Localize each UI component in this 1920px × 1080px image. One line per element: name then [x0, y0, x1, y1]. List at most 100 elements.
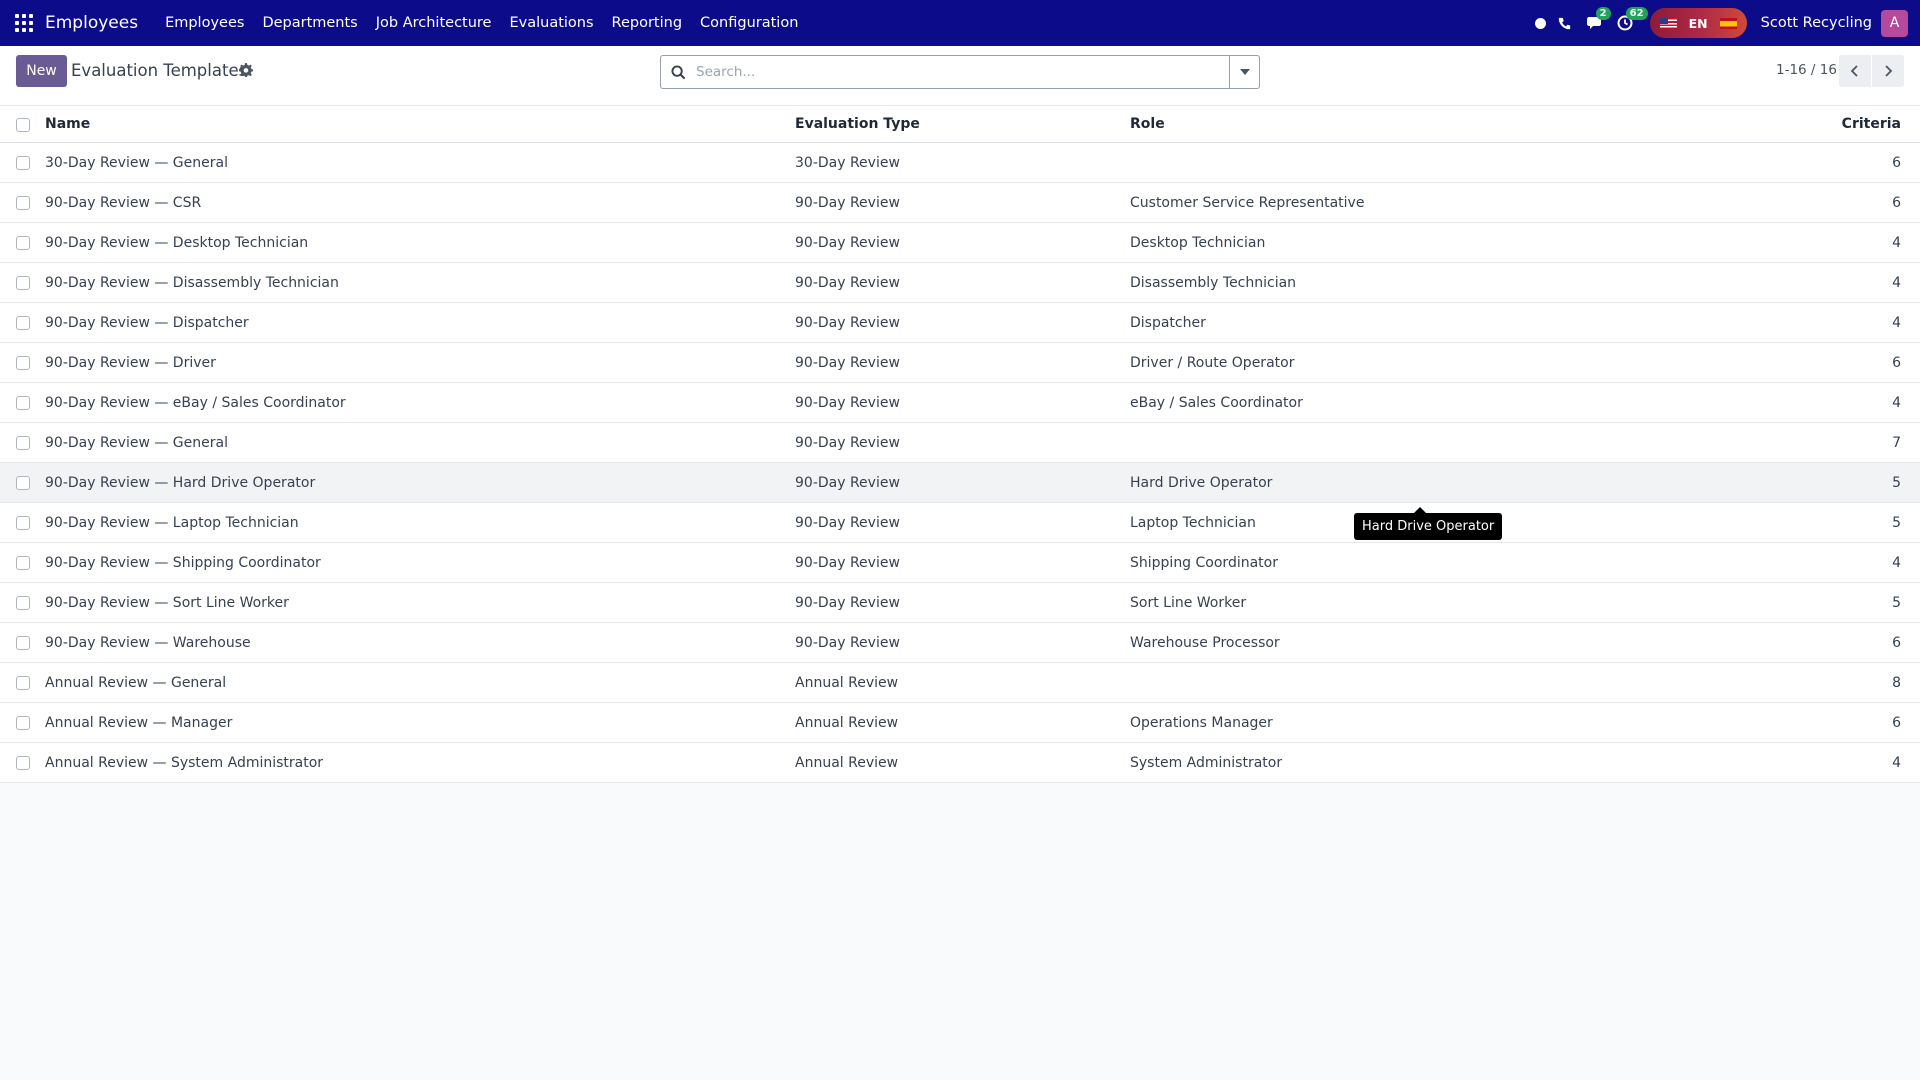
table-row[interactable]: 90-Day Review — Sort Line Worker 90-Day R…	[0, 583, 1920, 623]
cell-name: 90-Day Review — Disassembly Technician	[45, 275, 339, 291]
cell-evaluation-type: 90-Day Review	[795, 235, 900, 251]
cell-evaluation-type: 90-Day Review	[795, 195, 900, 211]
cell-criteria: 4	[1892, 315, 1901, 331]
cell-role: Driver / Route Operator	[1130, 355, 1295, 371]
row-checkbox[interactable]	[16, 556, 30, 570]
search-bar	[660, 55, 1260, 89]
cell-name: 90-Day Review — CSR	[45, 195, 202, 211]
pager-next-button[interactable]	[1872, 55, 1904, 87]
cell-role: Warehouse Processor	[1130, 635, 1280, 651]
menu-item-job-architecture[interactable]: Job Architecture	[367, 15, 501, 31]
cell-name: 90-Day Review — Warehouse	[45, 635, 251, 651]
pager-previous-button[interactable]	[1839, 55, 1871, 87]
cell-evaluation-type: 90-Day Review	[795, 635, 900, 651]
cell-evaluation-type: 90-Day Review	[795, 395, 900, 411]
table-header: Name Evaluation Type Role Criteria	[0, 106, 1920, 143]
row-checkbox[interactable]	[16, 276, 30, 290]
menu-item-configuration[interactable]: Configuration	[691, 15, 807, 31]
row-checkbox[interactable]	[16, 396, 30, 410]
cell-role: Hard Drive Operator	[1130, 475, 1273, 491]
chevron-down-icon	[1239, 69, 1250, 75]
row-checkbox[interactable]	[16, 356, 30, 370]
cell-evaluation-type: 90-Day Review	[795, 555, 900, 571]
cell-evaluation-type: 90-Day Review	[795, 515, 900, 531]
table-row[interactable]: Annual Review — General Annual Review 8	[0, 663, 1920, 703]
spain-flag-icon	[1719, 17, 1737, 29]
column-header-name[interactable]: Name	[45, 106, 90, 143]
table-row[interactable]: 90-Day Review — CSR 90-Day Review Customer…	[0, 183, 1920, 223]
cell-evaluation-type: 90-Day Review	[795, 315, 900, 331]
cell-criteria: 4	[1892, 395, 1901, 411]
table-row[interactable]: 90-Day Review — eBay / Sales Coordinator…	[0, 383, 1920, 423]
table-row[interactable]: 90-Day Review — Shipping Coordinator 90-D…	[0, 543, 1920, 583]
row-checkbox[interactable]	[16, 756, 30, 770]
chevron-right-icon	[1885, 65, 1893, 77]
row-checkbox[interactable]	[16, 716, 30, 730]
cell-name: Annual Review — General	[45, 675, 227, 691]
menu-item-reporting[interactable]: Reporting	[603, 15, 692, 31]
activities-badge: 62	[1625, 7, 1648, 20]
company-switcher[interactable]: Scott Recycling	[1761, 15, 1872, 31]
gear-icon[interactable]	[239, 63, 253, 77]
page-title: Evaluation Templates	[71, 61, 248, 80]
cell-role: Operations Manager	[1130, 715, 1273, 731]
table-row[interactable]: 30-Day Review — General 30-Day Review 6	[0, 143, 1920, 183]
pager-value[interactable]: 1-16 / 16	[1776, 62, 1837, 78]
menu-item-departments[interactable]: Departments	[253, 15, 366, 31]
menu-item-employees[interactable]: Employees	[156, 15, 253, 31]
row-checkbox[interactable]	[16, 476, 30, 490]
table-row[interactable]: Annual Review — Manager Annual Review Oper…	[0, 703, 1920, 743]
us-flag-icon	[1659, 17, 1677, 29]
cell-evaluation-type: 90-Day Review	[795, 435, 900, 451]
row-checkbox[interactable]	[16, 596, 30, 610]
messages-icon[interactable]: 2	[1586, 7, 1611, 32]
new-button[interactable]: New	[16, 55, 67, 87]
search-input[interactable]	[696, 61, 1206, 83]
control-panel: New Evaluation Templates 1-16 / 16	[0, 46, 1920, 106]
cell-criteria: 4	[1892, 235, 1901, 251]
table-row[interactable]: 90-Day Review — General 90-Day Review 7	[0, 423, 1920, 463]
cell-criteria: 6	[1892, 635, 1901, 651]
row-checkbox[interactable]	[16, 196, 30, 210]
table-row[interactable]: 90-Day Review — Dispatcher 90-Day Review D…	[0, 303, 1920, 343]
table-row[interactable]: 90-Day Review — Disassembly Technician 90…	[0, 263, 1920, 303]
select-all-checkbox[interactable]	[16, 118, 30, 132]
cell-evaluation-type: Annual Review	[795, 755, 899, 771]
row-checkbox[interactable]	[16, 516, 30, 530]
cell-role: eBay / Sales Coordinator	[1130, 395, 1303, 411]
column-header-evaluation-type[interactable]: Evaluation Type	[795, 106, 920, 143]
menu-item-evaluations[interactable]: Evaluations	[500, 15, 602, 31]
cell-criteria: 4	[1892, 555, 1901, 571]
table-row[interactable]: 90-Day Review — Driver 90-Day Review Drive…	[0, 343, 1920, 383]
cell-name: 90-Day Review — General	[45, 435, 228, 451]
row-checkbox[interactable]	[16, 236, 30, 250]
search-options-toggle[interactable]	[1229, 56, 1259, 88]
cell-name: 90-Day Review — Shipping Coordinator	[45, 555, 321, 571]
table-row[interactable]: 90-Day Review — Hard Drive Operator 90-Da…	[0, 463, 1920, 503]
user-avatar[interactable]: A	[1881, 9, 1908, 37]
chevron-left-icon	[1850, 65, 1858, 77]
cell-role: Desktop Technician	[1130, 235, 1266, 251]
column-header-criteria[interactable]: Criteria	[1842, 106, 1901, 143]
row-checkbox[interactable]	[16, 316, 30, 330]
row-checkbox[interactable]	[16, 676, 30, 690]
table-row[interactable]: Annual Review — System Administrator Annu…	[0, 743, 1920, 783]
table-row[interactable]: 90-Day Review — Warehouse 90-Day Review Wa…	[0, 623, 1920, 663]
activities-clock-icon[interactable]: 62	[1616, 7, 1648, 32]
cell-name: 90-Day Review — eBay / Sales Coordinator	[45, 395, 346, 411]
cell-criteria: 6	[1892, 155, 1901, 171]
app-brand[interactable]: Employees	[45, 13, 138, 33]
row-checkbox[interactable]	[16, 436, 30, 450]
language-switcher[interactable]: EN	[1649, 8, 1747, 38]
status-dot-icon[interactable]	[1534, 17, 1546, 29]
cell-criteria: 6	[1892, 195, 1901, 211]
table-row[interactable]: 90-Day Review — Laptop Technician 90-Day …	[0, 503, 1920, 543]
cell-criteria: 5	[1892, 515, 1901, 531]
column-header-role[interactable]: Role	[1130, 106, 1165, 143]
table-row[interactable]: 90-Day Review — Desktop Technician 90-Day…	[0, 223, 1920, 263]
phone-icon[interactable]	[1556, 14, 1574, 32]
row-checkbox[interactable]	[16, 636, 30, 650]
row-checkbox[interactable]	[16, 156, 30, 170]
cell-evaluation-type: 90-Day Review	[795, 475, 900, 491]
app-grid-icon[interactable]	[15, 14, 33, 32]
